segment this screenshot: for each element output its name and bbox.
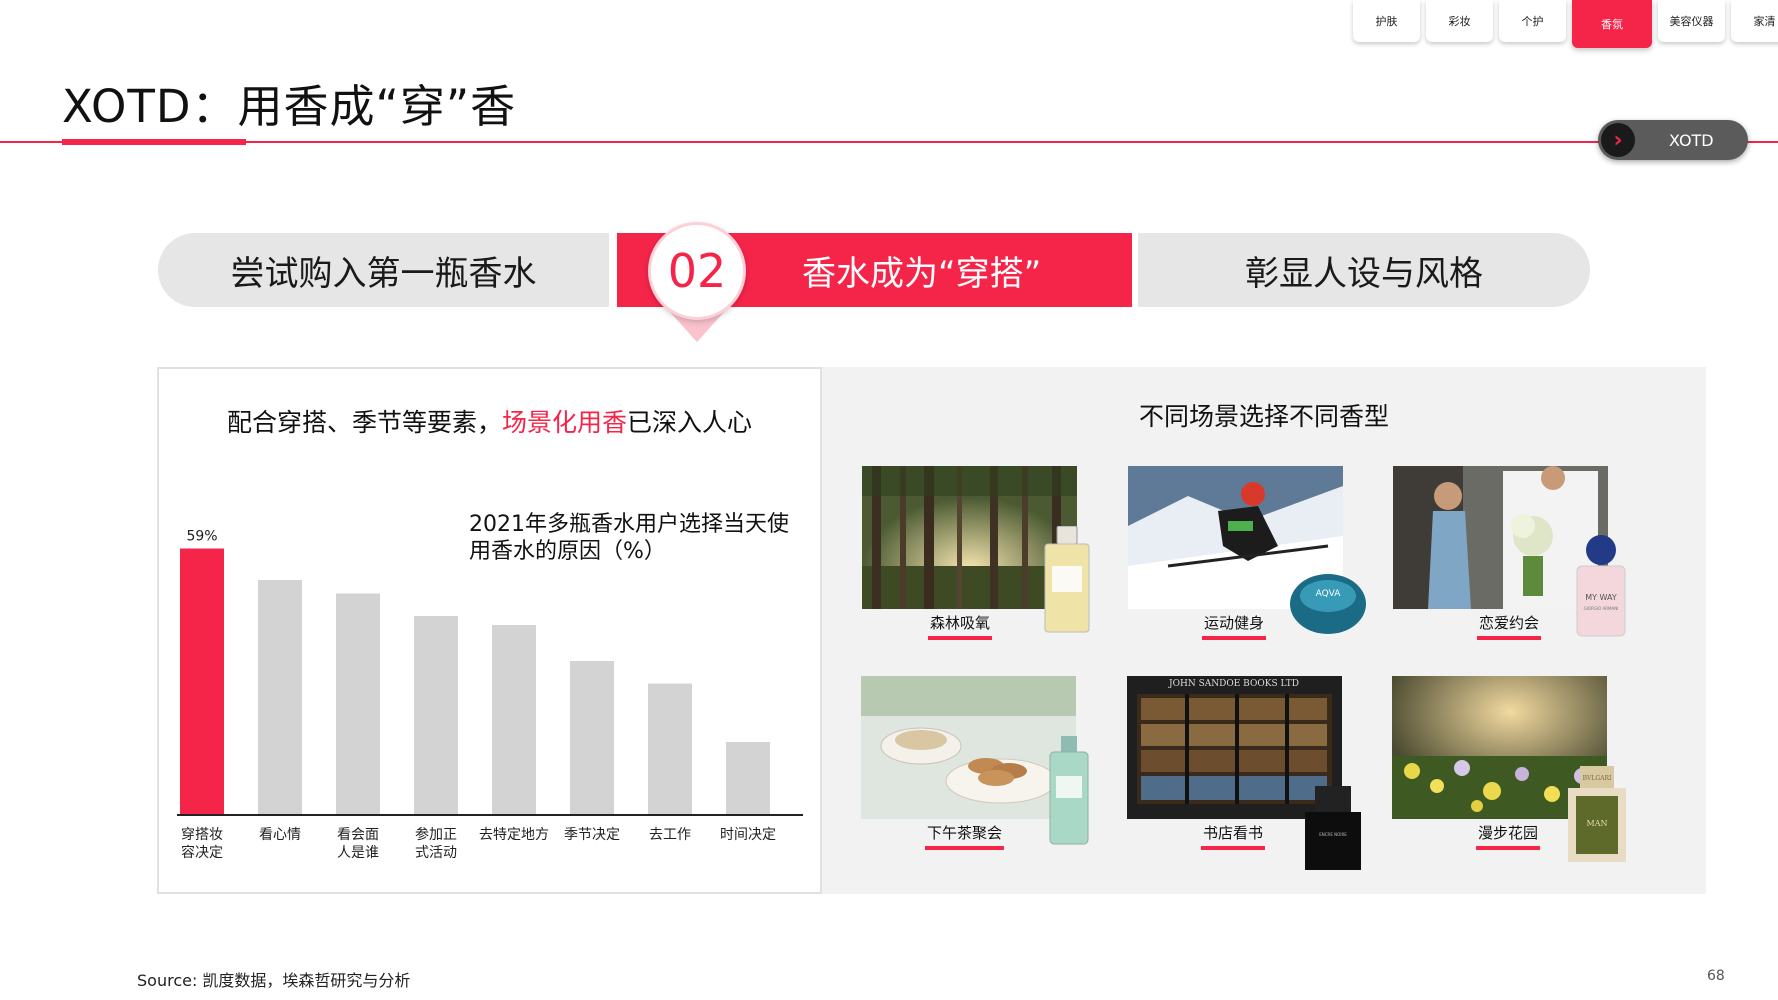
scene-label: 运动健身 [1202,612,1267,640]
title-divider [0,141,1778,143]
scene-panel: 不同场景选择不同香型 森林吸氧 AQVA 运动健身 MY WAY GIORGIO… [822,367,1706,894]
scene-panel-title: 不同场景选择不同香型 [1138,402,1389,431]
bar-1 [180,548,224,814]
xotd-badge-button[interactable]: › XOTD [1598,120,1748,160]
category-label: 看心情 [259,827,301,843]
scene-date: MY WAY GIORGIO ARMANI 恋爱约会 [1393,466,1626,640]
category-label: 穿搭妆 [181,827,223,843]
step-first-perfume: 尝试购入第一瓶香水 [158,233,609,307]
bookstore-sign-text: JOHN SANDOE BOOKS LTD [1168,679,1299,689]
bar-3 [336,593,380,814]
scene-bookstore: JOHN SANDOE BOOKS LTD ENCRE NOIRE 书店看书 [1127,676,1361,870]
step-number-circle: 02 [648,222,746,320]
category-label: 时间决定 [720,827,776,843]
category-label: 式活动 [415,845,457,861]
page-title: XOTD：用香成“穿”香 [62,80,517,133]
tea-photo [861,676,1076,819]
tab-3[interactable]: 个护 [1499,0,1566,42]
category-label: 人是谁 [337,845,379,861]
category-tabs: 护肤 彩妆 个护 香氛 美容仪器 家清 [1353,0,1778,48]
category-label: 看会面 [337,827,379,843]
scene-sport: AQVA 运动健身 [1128,466,1366,640]
jo-malone-bottle-icon [1044,526,1090,633]
scene-label: 森林吸氧 [928,612,993,640]
scene-garden: BVLGARI MAN 漫步花园 [1392,676,1626,862]
step-right-label: 彰显人设与风格 [1245,253,1483,294]
bar-6 [570,661,614,814]
bar-8 [726,742,770,814]
bvlgari-text: BVLGARI [1583,775,1612,782]
category-label: 去特定地方 [479,827,549,843]
man-text: MAN [1587,819,1608,828]
page-number: 68 [1707,968,1725,984]
xotd-badge-label: XOTD [1669,130,1714,150]
bar-chart: 穿搭妆容决定 59% 看心情 看会面人是谁 参加正式活动 去特定地方 季节决定 去工作 时间决定 [177,529,803,861]
bvlgari-man-bottle-icon: BVLGARI MAN [1568,766,1626,862]
tab-5[interactable]: 美容仪器 [1658,0,1725,42]
step-first-label: 尝试购入第一瓶香水 [230,253,537,294]
my-way-bottle-icon: MY WAY GIORGIO ARMANI [1576,535,1626,637]
scene-label: 下午茶聚会 [925,822,1005,850]
aqva-bottle-icon: AQVA [1290,574,1366,634]
my-way-text: MY WAY [1585,593,1617,602]
tab-2[interactable]: 彩妆 [1426,0,1493,42]
source-note: Source: 凯度数据，埃森哲研究与分析 [137,971,411,990]
tab-4[interactable]: 香氛 [1572,0,1652,48]
encre-noire-text: ENCRE NOIRE [1319,832,1347,837]
bar-4 [414,616,458,814]
category-label: 参加正 [415,826,457,843]
title-underline-accent [62,139,246,145]
step-show-persona: 彰显人设与风格 [1138,233,1590,307]
step-mid-label: 香水成为“穿搭” [802,253,1042,294]
category-label: 季节决定 [564,827,620,843]
scene-label: 恋爱约会 [1477,612,1542,640]
scene-tea: 下午茶聚会 [861,676,1089,850]
tab-1[interactable]: 护肤 [1353,0,1420,42]
encre-noire-bottle-icon: ENCRE NOIRE [1305,786,1361,870]
tab-6[interactable]: 家清 [1731,0,1778,42]
chevron-right-icon: › [1601,123,1635,157]
scene-forest: 森林吸氧 [862,466,1090,640]
bar-7 [648,683,692,814]
scene-label: 漫步花园 [1476,822,1541,850]
hermes-bottle-icon [1049,736,1089,845]
bar-2 [258,580,302,814]
category-label: 容决定 [181,844,223,861]
scene-label: 书店看书 [1201,822,1266,850]
aqva-text: AQVA [1316,589,1342,599]
chart-panel: 配合穿搭、季节等要素，场景化用香已深入人心 穿搭妆 容决定 59% 看心情 看会面 人是谁… [157,367,822,894]
chart-title: 2021年多瓶香水用户选择当天使用香水的原因（%） [469,512,789,564]
category-label: 去工作 [649,827,691,843]
data-label: 59% [186,529,217,545]
my-way-brand-text: GIORGIO ARMANI [1584,606,1619,611]
bar-5 [492,625,536,814]
